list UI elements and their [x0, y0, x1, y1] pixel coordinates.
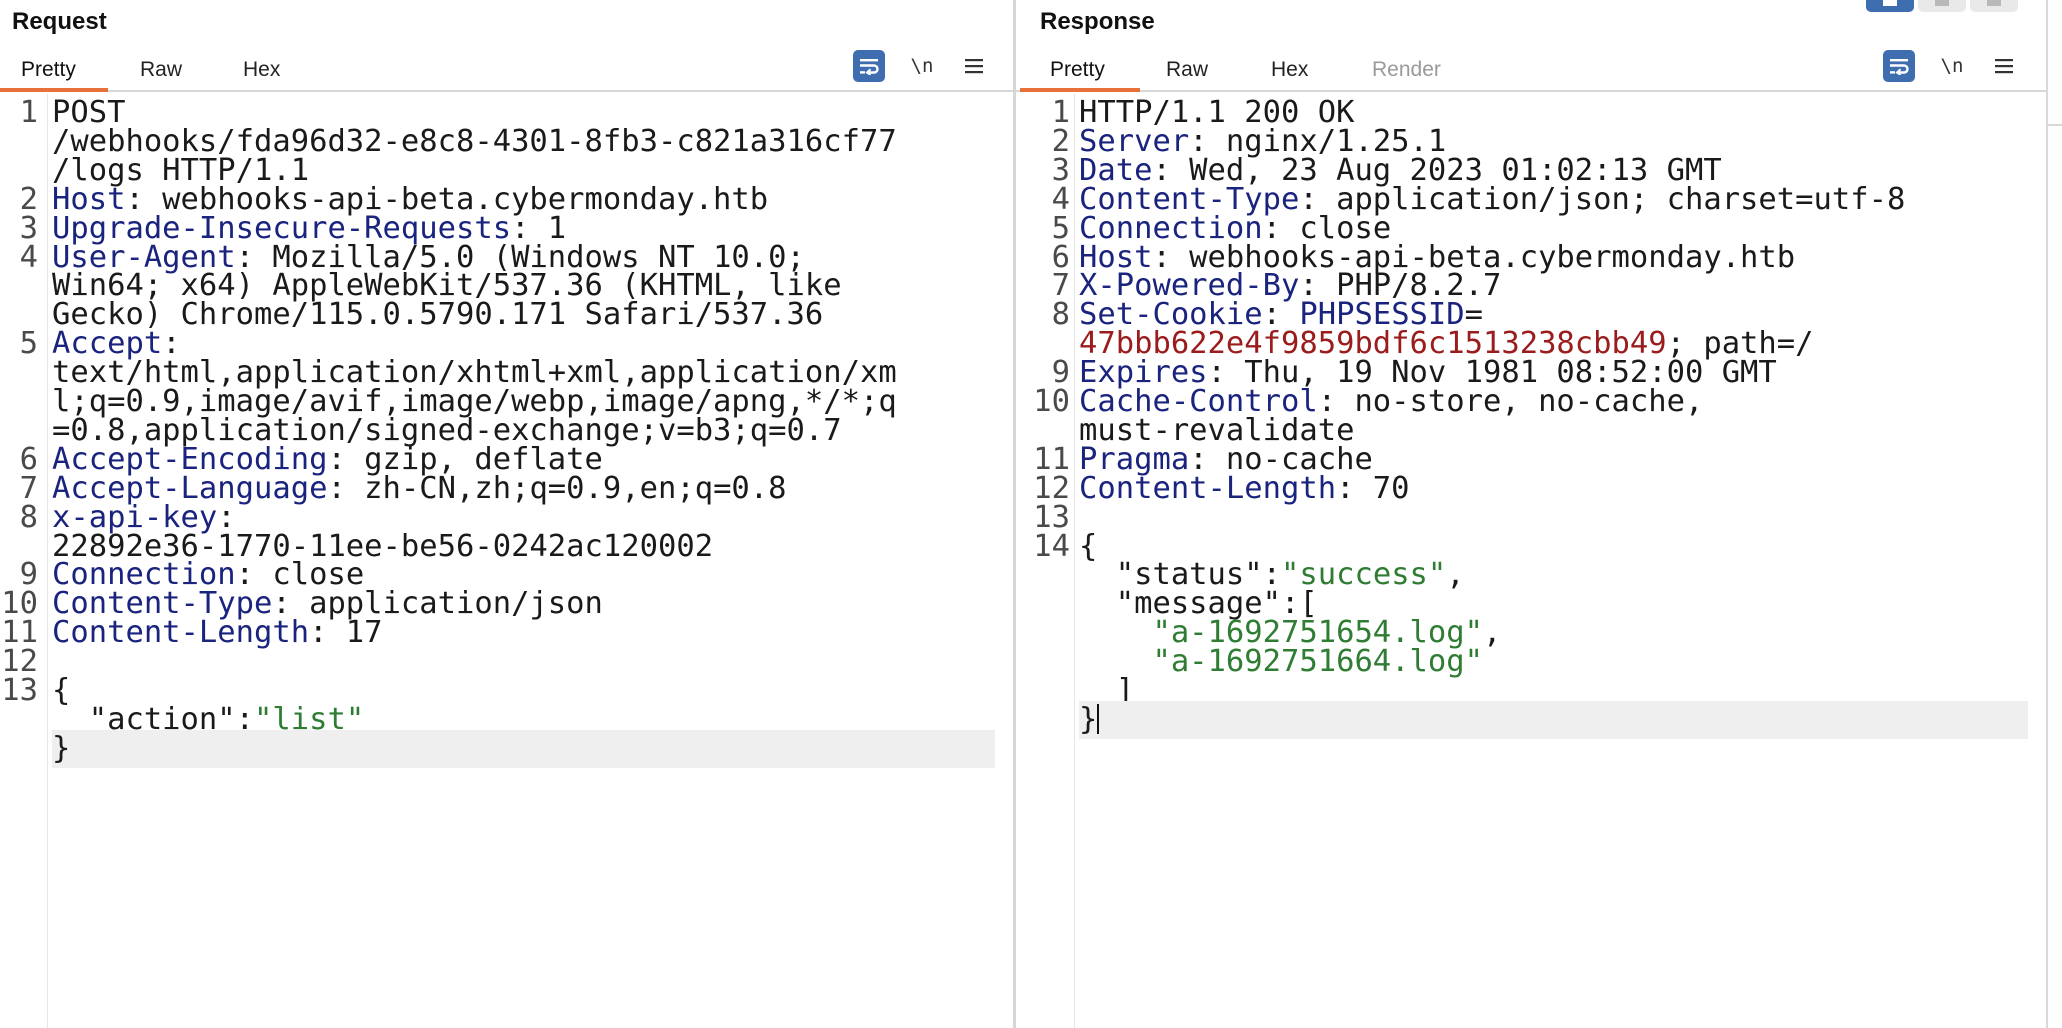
response-tab-render[interactable]: Render [1372, 58, 1441, 82]
request-title: Request [12, 8, 107, 35]
response-options-menu-button[interactable] [1990, 50, 2018, 82]
response-pane: Response Pretty Raw Hex Render \n 1 HTTP/… [1016, 0, 2046, 1028]
response-tab-hex[interactable]: Hex [1271, 58, 1308, 82]
hamburger-menu-icon [1995, 59, 2013, 74]
code-token: } [52, 730, 71, 766]
line-text: } [52, 729, 995, 768]
request-tab-hex[interactable]: Hex [243, 58, 280, 82]
response-tab-raw[interactable]: Raw [1166, 58, 1208, 82]
request-active-tab-underline [0, 88, 108, 92]
columns-layout-icon [1883, 0, 1897, 6]
code-line: } [0, 729, 1013, 768]
request-wrap-lines-button[interactable] [853, 50, 885, 82]
request-show-newlines-button[interactable]: \n [908, 50, 936, 82]
response-wrap-lines-button[interactable] [1883, 50, 1915, 82]
response-title: Response [1040, 8, 1155, 35]
hamburger-menu-icon [965, 59, 983, 74]
line-text: } [1079, 700, 2028, 739]
code-token: } [1079, 701, 1098, 737]
text-cursor [1097, 703, 1100, 734]
response-tab-pretty[interactable]: Pretty [1050, 58, 1105, 82]
request-tab-pretty[interactable]: Pretty [21, 58, 76, 82]
request-pane: Request Pretty Raw Hex \n 1 POST/webhooks… [0, 0, 1013, 1028]
wrap-lines-icon [1890, 59, 1909, 75]
request-editor[interactable]: 1 POST/webhooks/fda96d32-e8c8-4301-8fb3-c… [0, 94, 1013, 1028]
side-panel-tick [2048, 124, 2062, 126]
code-line: } [1016, 700, 2046, 739]
request-tab-raw[interactable]: Raw [140, 58, 182, 82]
layout-side-by-side-button[interactable] [1866, 0, 1914, 12]
layout-toggle-group [1866, 0, 2018, 12]
response-active-tab-underline [1020, 88, 1140, 92]
wrap-lines-icon [860, 59, 879, 75]
layout-top-bottom-button[interactable] [1918, 0, 1966, 12]
right-side-panel-edge [2046, 0, 2062, 1028]
request-options-menu-button[interactable] [960, 50, 988, 82]
tabs-layout-icon [1987, 0, 2001, 6]
response-show-newlines-button[interactable]: \n [1938, 50, 1966, 82]
response-editor[interactable]: 1 HTTP/1.1 200 OK 2 Server: nginx/1.25.1 3 Da… [1016, 94, 2046, 1028]
rows-layout-icon [1935, 0, 1949, 6]
layout-tabs-button[interactable] [1970, 0, 2018, 12]
